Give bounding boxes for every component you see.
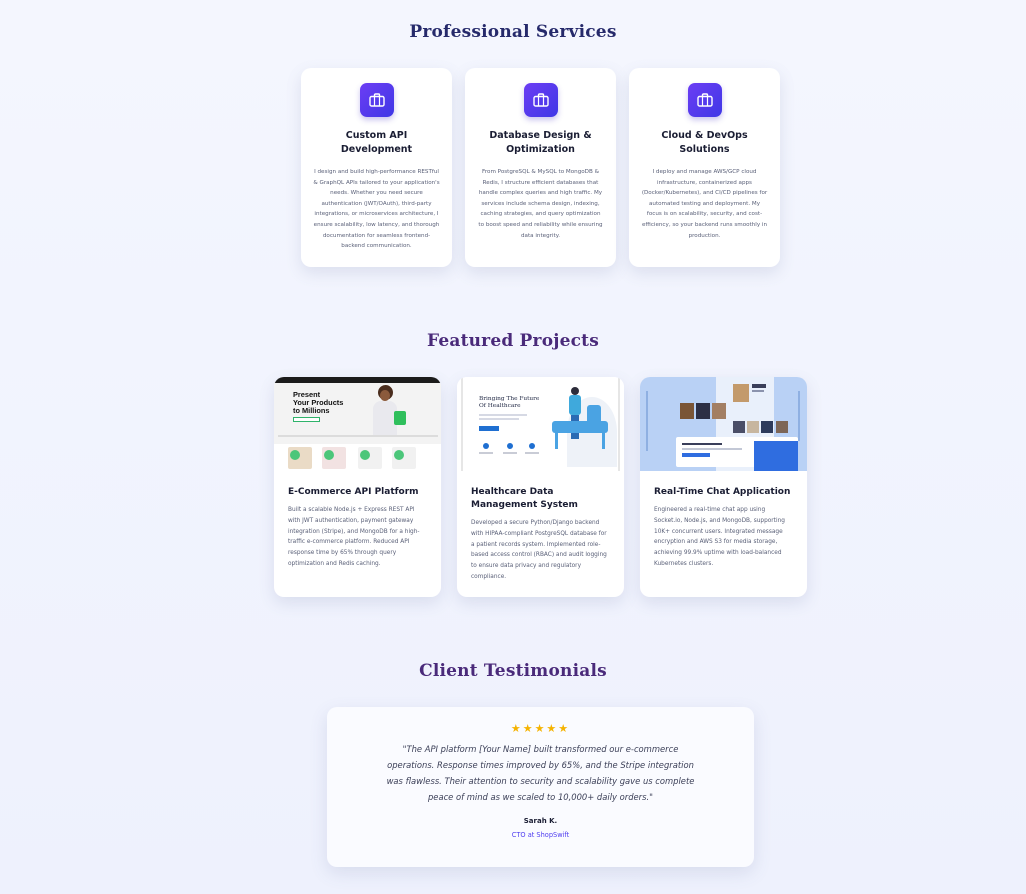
project-title: Healthcare Data Management System xyxy=(471,487,578,510)
star-rating: ★★★★★ xyxy=(510,722,571,735)
projects-title: Featured Projects xyxy=(427,331,599,351)
service-card-cloud: Cloud & DevOps Solutions I deploy and ma… xyxy=(629,68,780,267)
person-illustration xyxy=(370,385,400,435)
project-description: Developed a secure Python/Django backend… xyxy=(471,520,607,580)
project-title: E-Commerce API Platform xyxy=(288,487,419,497)
briefcase-icon xyxy=(523,83,558,117)
testimonial-role: CTO at ShopSwift xyxy=(511,831,570,839)
thumb-headline: to Millions xyxy=(293,406,330,415)
testimonial-card: ★★★★★ "The API platform [Your Name] buil… xyxy=(327,707,754,867)
service-description: I deploy and manage AWS/GCP cloud infras… xyxy=(641,169,768,239)
thumb-headline: Bringing The Future xyxy=(479,396,540,402)
project-title: Real-Time Chat Application xyxy=(654,487,791,497)
project-card-ecommerce[interactable]: Present Your Products to Millions E-Comm… xyxy=(274,377,441,597)
testimonial-quote: "The API platform [Your Name] built tran… xyxy=(386,744,695,802)
services-title: Professional Services xyxy=(409,22,617,42)
service-description: I design and build high-performance REST… xyxy=(313,169,440,250)
project-description: Built a scalable Node.js + Express REST … xyxy=(288,507,420,567)
service-title: Cloud & DevOps Solutions xyxy=(661,130,748,155)
project-card-healthcare[interactable]: Bringing The Future Of Healthcare Health… xyxy=(457,377,624,597)
briefcase-icon xyxy=(359,83,394,117)
project-thumbnail: Present Your Products to Millions xyxy=(274,377,441,471)
testimonial-author: Sarah K. xyxy=(523,817,558,825)
thumb-headline: Of Healthcare xyxy=(479,403,521,409)
briefcase-icon xyxy=(687,83,722,117)
service-title: Database Design & Optimization xyxy=(489,130,592,155)
service-title: Custom API Development xyxy=(340,130,413,155)
service-description: From PostgreSQL & MySQL to MongoDB & Red… xyxy=(478,169,603,239)
project-thumbnail: Bringing The Future Of Healthcare xyxy=(457,377,624,471)
service-card-api: Custom API Development I design and buil… xyxy=(301,68,452,267)
project-thumbnail xyxy=(640,377,807,471)
service-card-database: Database Design & Optimization From Post… xyxy=(465,68,616,267)
testimonials-title: Client Testimonials xyxy=(419,661,607,681)
project-description: Engineered a real-time chat app using So… xyxy=(654,507,785,567)
project-card-chat[interactable]: Real-Time Chat Application Engineered a … xyxy=(640,377,807,597)
